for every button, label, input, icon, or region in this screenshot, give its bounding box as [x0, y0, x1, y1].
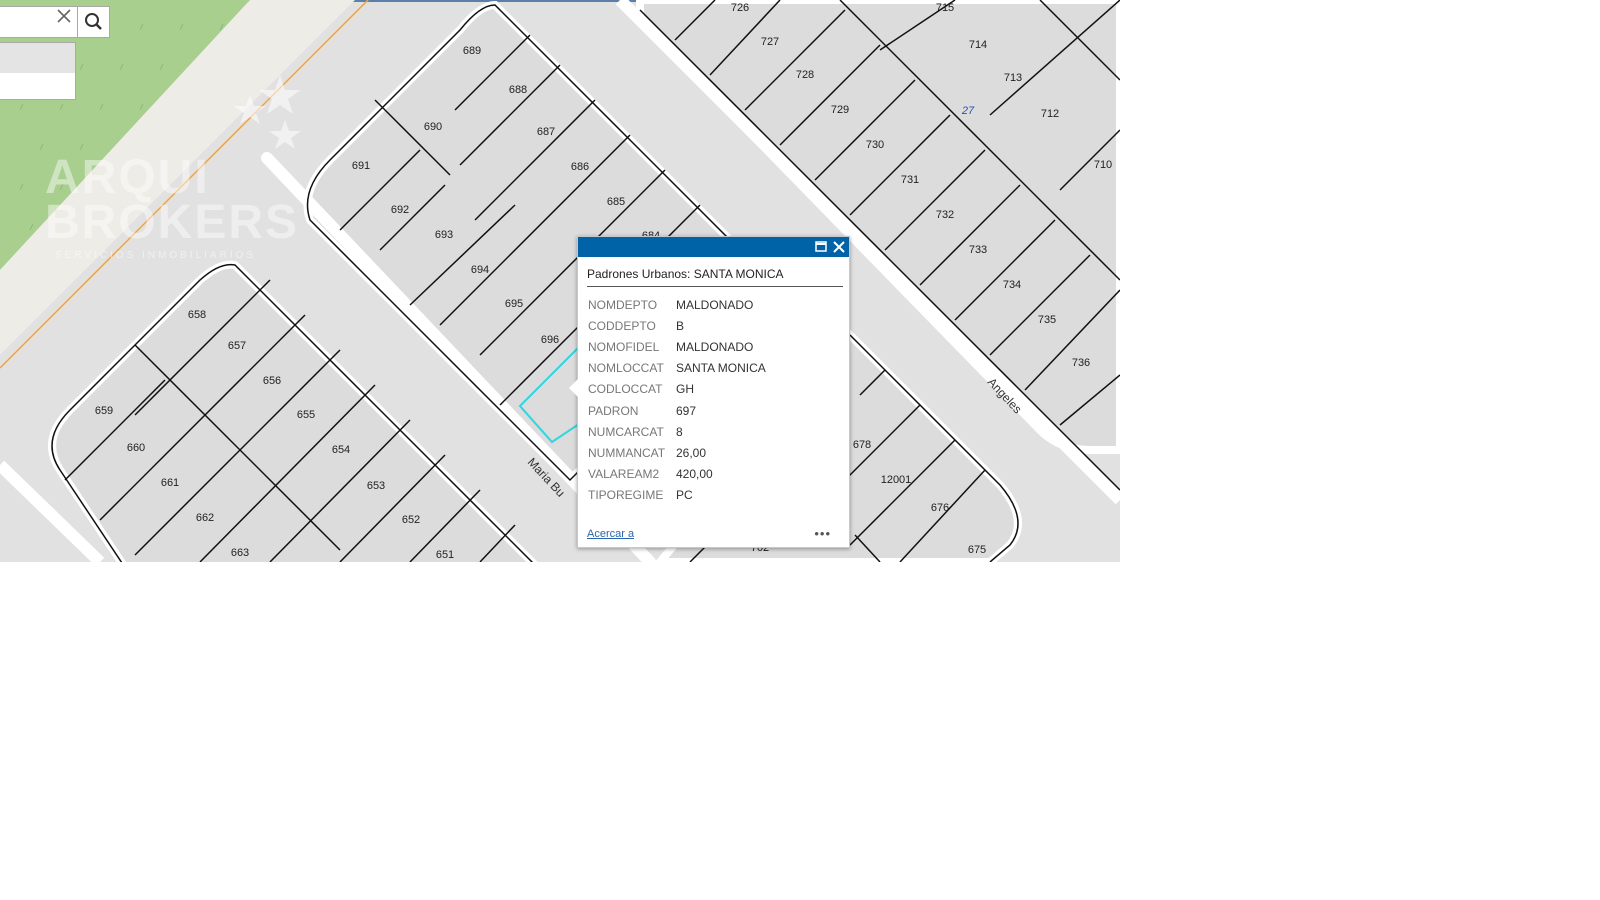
parcel-label: 678 — [852, 439, 872, 451]
parcel-label: 736 — [1071, 357, 1091, 369]
parcel-label: 694 — [470, 264, 490, 276]
attribute-key: CODLOCCAT — [588, 382, 663, 397]
parcel-label: 734 — [1002, 279, 1022, 291]
attribute-value: SANTA MONICA — [676, 361, 766, 376]
parcel-label: 686 — [570, 161, 590, 173]
parcel-label: 731 — [900, 174, 920, 186]
search-suggestions[interactable] — [0, 42, 76, 100]
parcel-label: 656 — [262, 375, 282, 387]
maximize-icon[interactable] — [813, 239, 829, 255]
attribute-value: B — [676, 318, 685, 333]
attribute-row: NOMDEPTO MALDONADO — [588, 294, 772, 315]
close-icon[interactable] — [54, 6, 74, 26]
parcel-label: 733 — [968, 244, 988, 256]
parcel-label: 661 — [160, 477, 180, 489]
parcel-label: 726 — [730, 2, 750, 14]
watermark-star-icon — [269, 120, 301, 149]
parcel-label: 675 — [967, 544, 987, 556]
attribute-value: 8 — [676, 424, 683, 439]
parcel-label: 654 — [331, 444, 351, 456]
parcel-label: 727 — [760, 36, 780, 48]
parcel-label: 685 — [606, 196, 626, 208]
close-icon[interactable] — [831, 239, 847, 255]
parcel-label: 688 — [508, 84, 528, 96]
attribute-value: 420,00 — [676, 467, 713, 482]
attribute-key: NOMDEPTO — [588, 297, 658, 312]
parcel-label: 715 — [935, 2, 955, 14]
attribute-row: PADRON 697 — [588, 400, 772, 421]
attribute-key: NUMCARCAT — [588, 424, 664, 439]
attribute-key: VALAREAM2 — [588, 467, 660, 482]
parcel-label: 730 — [865, 139, 885, 151]
parcel-label: 728 — [795, 69, 815, 81]
popup-pointer — [569, 379, 578, 397]
parcel-label: 693 — [434, 229, 454, 241]
attribute-row: CODDEPTO B — [588, 315, 772, 336]
attribute-row: TIPOREGIME PC — [588, 485, 772, 506]
parcel-label: 687 — [536, 126, 556, 138]
parcel-label: 659 — [94, 405, 114, 417]
watermark-line2: BROKERS — [45, 196, 300, 249]
parcel-label: 12001 — [880, 474, 912, 486]
map-view[interactable]: ARQUI BROKERS SERVICIOS INMOBILIARIOS 72… — [0, 0, 1120, 562]
search-icon — [85, 13, 102, 30]
parcel-label: 692 — [390, 204, 410, 216]
attribute-key: PADRON — [588, 403, 639, 418]
parcel-label: 662 — [195, 512, 215, 524]
attribute-key: CODDEPTO — [588, 318, 656, 333]
popup-title: Padrones Urbanos: SANTA MONICA — [587, 267, 843, 287]
parcel-label: 27 — [961, 105, 975, 117]
parcel-label: 691 — [351, 160, 371, 172]
watermark-line3: SERVICIOS INMOBILIARIOS — [55, 250, 257, 261]
attribute-key: NUMMANCAT — [588, 445, 666, 460]
parcel-label: 689 — [462, 45, 482, 57]
attribute-row: VALAREAM2 420,00 — [588, 464, 772, 485]
parcel-label: 658 — [187, 309, 207, 321]
attribute-row: NOMLOCCAT SANTA MONICA — [588, 358, 772, 379]
parcel-label: 729 — [830, 104, 850, 116]
parcel-label: 676 — [930, 502, 950, 514]
parcel-label: 653 — [366, 480, 386, 492]
attribute-row: NUMCARCAT 8 — [588, 421, 772, 442]
attribute-table: NOMDEPTO MALDONADO CODDEPTO B NOMOFIDEL MALDO… — [588, 294, 772, 506]
parcel-label: 732 — [935, 209, 955, 221]
attribute-key: TIPOREGIME — [588, 488, 664, 503]
parcel-label: 651 — [435, 549, 455, 561]
attribute-key: NOMOFIDEL — [588, 339, 660, 354]
feature-popup[interactable]: Padrones Urbanos: SANTA MONICA NOMDEPTO M… — [569, 236, 850, 548]
attribute-value: 26,00 — [676, 445, 707, 460]
parcel-label: 710 — [1093, 159, 1113, 171]
search-button[interactable] — [77, 6, 110, 38]
parcel-label: 695 — [504, 298, 524, 310]
attribute-value: MALDONADO — [676, 297, 754, 312]
attribute-row: NOMOFIDEL MALDONADO — [588, 336, 772, 357]
attribute-row: CODLOCCAT GH — [588, 379, 772, 400]
parcel-label: 712 — [1040, 108, 1060, 120]
attribute-value: MALDONADO — [676, 339, 754, 354]
parcel-label: 690 — [423, 121, 443, 133]
parcel-label: 663 — [230, 547, 250, 559]
popup-header — [578, 237, 849, 257]
parcel-label: 735 — [1037, 314, 1057, 326]
attribute-key: NOMLOCCAT — [588, 361, 664, 376]
attribute-row: NUMMANCAT 26,00 — [588, 442, 772, 463]
parcel-label: 696 — [540, 334, 560, 346]
parcel-label: 713 — [1003, 72, 1023, 84]
parcel-label: 714 — [968, 39, 988, 51]
suggestion-item[interactable] — [0, 43, 75, 73]
parcel-label: 657 — [227, 340, 247, 352]
parcel-label: 660 — [126, 442, 146, 454]
more-options-button[interactable]: ••• — [814, 526, 831, 541]
parcel-label: 652 — [401, 514, 421, 526]
attribute-value: GH — [676, 382, 694, 397]
attribute-value: 697 — [676, 403, 697, 418]
zoom-to-link[interactable]: Acercar a — [587, 528, 634, 540]
attribute-value: PC — [676, 488, 693, 503]
parcel-label: 655 — [296, 409, 316, 421]
